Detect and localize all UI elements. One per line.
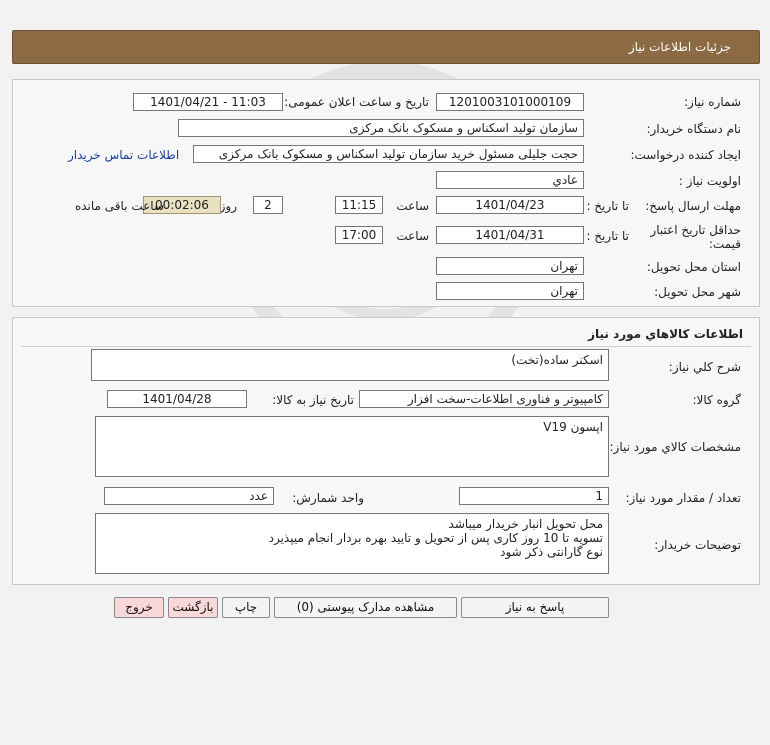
creator-label: ایجاد کننده درخواست:	[630, 148, 741, 162]
buyer-notes-field: محل تحویل انبار خریدار میباشد تسویه تا 1…	[95, 513, 609, 574]
need-date-label: تاریخ نیاز به کالا:	[272, 393, 354, 407]
deadline-label: مهلت ارسال پاسخ:	[645, 199, 741, 213]
remaining-days-field: 2	[253, 196, 283, 214]
page-header: جزئیات اطلاعات نیاز	[12, 30, 760, 64]
buyer-note-line: محل تحویل انبار خریدار میباشد	[448, 517, 603, 531]
unit-label: واحد شمارش:	[292, 491, 364, 505]
reply-button[interactable]: پاسخ به نیاز	[461, 597, 609, 618]
remaining-label: ساعت باقی مانده	[74, 199, 164, 213]
exit-button[interactable]: خروج	[114, 597, 164, 618]
specs-field: اپسون V19	[95, 416, 609, 477]
goods-group-field: کامپیوتر و فناوری اطلاعات-سخت افزار	[359, 390, 609, 408]
quantity-field: 1	[459, 487, 609, 505]
need-info-panel: شماره نیاز: 1201003101000109 تاریخ و ساع…	[12, 79, 760, 307]
need-date-field: 1401/04/28	[107, 390, 247, 408]
quantity-label: تعداد / مقدار مورد نیاز:	[625, 491, 741, 505]
general-desc-label: شرح کلي نياز:	[668, 360, 741, 374]
province-field: تهران	[436, 257, 584, 275]
deadline-time-field: 11:15	[335, 196, 383, 214]
page-title: جزئیات اطلاعات نیاز	[628, 40, 731, 54]
buyer-notes-label: توضیحات خریدار:	[654, 538, 741, 552]
validity-time-label: ساعت	[396, 229, 429, 243]
buyer-contact-link[interactable]: اطلاعات تماس خریدار	[68, 148, 179, 162]
announce-field: 1401/04/21 - 11:03	[133, 93, 283, 111]
deadline-to-date-label: تا تاریخ :	[586, 199, 629, 213]
section-divider	[21, 346, 751, 347]
province-label: استان محل تحویل:	[646, 260, 741, 274]
buyer-org-label: نام دستگاه خریدار:	[646, 122, 742, 136]
back-button[interactable]: بازگشت	[168, 597, 218, 618]
deadline-time-label: ساعت	[396, 199, 429, 213]
priority-label: اولویت نیاز :	[678, 174, 741, 188]
goods-section-title: اطلاعات کالاهاي مورد نياز	[588, 327, 743, 341]
city-field: تهران	[436, 282, 584, 300]
goods-info-panel: اطلاعات کالاهاي مورد نياز شرح کلي نياز: …	[12, 317, 760, 585]
validity-date-field: 1401/04/31	[436, 226, 584, 244]
priority-field: عادي	[436, 171, 584, 189]
need-number-label: شماره نیاز:	[684, 95, 741, 109]
deadline-date-field: 1401/04/23	[436, 196, 584, 214]
announce-label: تاریخ و ساعت اعلان عمومی:	[284, 95, 429, 109]
buyer-note-line: تسویه تا 10 روز کاری پس از تحویل و تایید…	[268, 531, 603, 545]
validity-time-field: 17:00	[335, 226, 383, 244]
validity-to-date-label: تا تاریخ :	[586, 229, 629, 243]
unit-field: عدد	[104, 487, 274, 505]
city-label: شهر محل تحویل:	[654, 285, 741, 299]
validity-label-2: قیمت:	[708, 237, 741, 251]
need-number-field: 1201003101000109	[436, 93, 584, 111]
buyer-note-line: نوع گارانتی ذکر شود	[500, 545, 603, 559]
goods-group-label: گروه کالا:	[692, 393, 742, 407]
attachments-button[interactable]: مشاهده مدارک پیوستی (0)	[274, 597, 457, 618]
specs-label: مشخصات کالاي مورد نياز:	[609, 440, 741, 454]
general-desc-field: اسکنر ساده(تخت)	[91, 349, 609, 381]
validity-label-1: حداقل تاریخ اعتبار	[650, 223, 741, 237]
buyer-org-field: سازمان تولید اسکناس و مسکوک بانک مرکزی	[178, 119, 584, 137]
creator-field: حجت جلیلی مسئول خرید سازمان تولید اسکناس…	[193, 145, 584, 163]
print-button[interactable]: چاپ	[222, 597, 270, 618]
